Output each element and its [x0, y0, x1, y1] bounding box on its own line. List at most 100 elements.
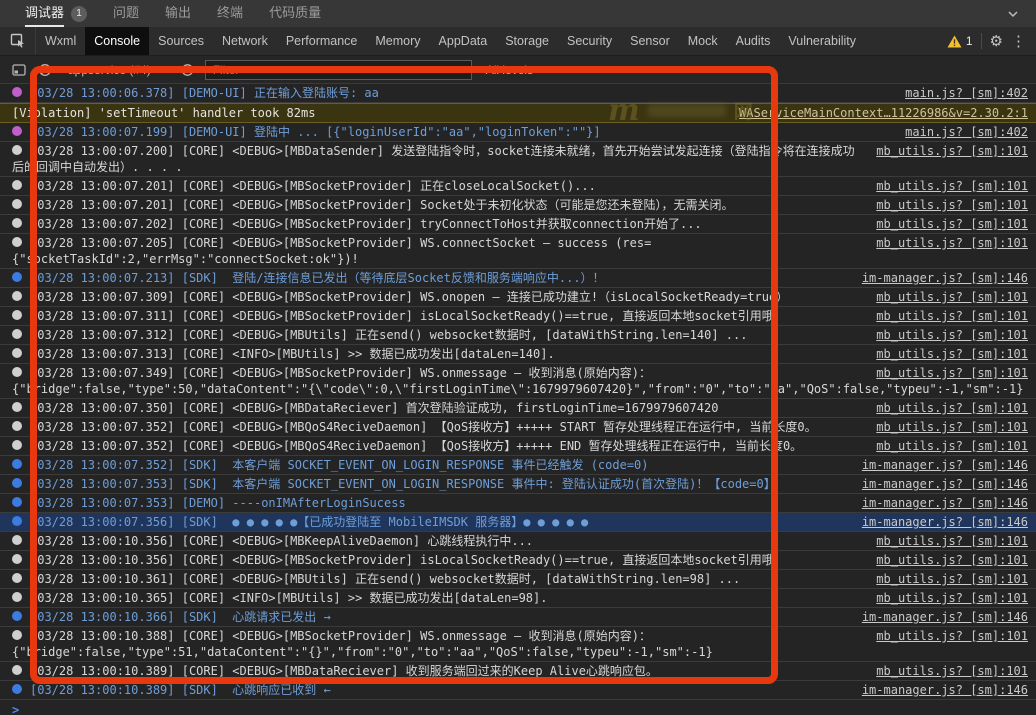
log-levels-label: All levels: [486, 63, 533, 77]
warnings-indicator[interactable]: 1: [947, 34, 973, 48]
console-log-entry: im-manager.js? [sm]:146[03/28 13:00:07.3…: [0, 475, 1036, 494]
log-message: [03/28 13:00:07.352] [CORE] <DEBUG>[MBQo…: [30, 420, 817, 434]
source-link[interactable]: mb_utils.js? [sm]:101: [876, 552, 1028, 568]
source-link[interactable]: im-manager.js? [sm]:146: [862, 514, 1028, 530]
console-log-entry: mb_utils.js? [sm]:101[03/28 13:00:07.201…: [0, 196, 1036, 215]
top-tabs: 调试器1问题输出终端代码质量: [12, 0, 1006, 27]
tab-mock[interactable]: Mock: [679, 27, 727, 55]
tab-sensor[interactable]: Sensor: [621, 27, 679, 55]
clear-console-icon[interactable]: [36, 61, 54, 79]
chevron-down-icon: [539, 67, 547, 72]
console-log-entry: main.js? [sm]:402 [03/28 13:00:07.199] [D…: [0, 123, 1036, 142]
top-tab-debugger[interactable]: 调试器1: [12, 0, 100, 27]
source-link[interactable]: im-manager.js? [sm]:146: [862, 609, 1028, 625]
log-visibility-eye-icon[interactable]: [179, 61, 197, 79]
source-link[interactable]: mb_utils.js? [sm]:101: [876, 178, 1028, 194]
log-color-dot: [12, 237, 22, 247]
tab-memory[interactable]: Memory: [366, 27, 429, 55]
top-tab-output[interactable]: 输出: [152, 0, 204, 27]
log-color-dot: [12, 554, 22, 564]
settings-gear-icon[interactable]: ⚙: [990, 32, 1003, 50]
log-message: [03/28 13:00:07.309] [CORE] <DEBUG>[MBSo…: [30, 290, 788, 304]
log-message: [03/28 13:00:07.199] [DEMO-UI] 登陆中 ... […: [30, 125, 601, 139]
tab-console[interactable]: Console: [85, 27, 149, 55]
tab-wxml[interactable]: Wxml: [36, 27, 85, 55]
console-log-entry: mb_utils.js? [sm]:101[03/28 13:00:07.202…: [0, 215, 1036, 234]
source-link[interactable]: mb_utils.js? [sm]:101: [876, 419, 1028, 435]
source-link[interactable]: mb_utils.js? [sm]:101: [876, 533, 1028, 549]
source-link[interactable]: mb_utils.js? [sm]:101: [876, 590, 1028, 606]
top-tab-label: 终端: [217, 0, 243, 27]
console-log-entry: mb_utils.js? [sm]:101 [03/28 13:00:10.365…: [0, 589, 1036, 608]
execution-context-selector[interactable]: appservice (#4): [62, 63, 171, 77]
console-sidebar-icon[interactable]: [10, 61, 28, 79]
console-log-entry: im-manager.js? [sm]:146[03/28 13:00:07.3…: [0, 513, 1036, 532]
top-tab-bar: 调试器1问题输出终端代码质量: [0, 0, 1036, 27]
tab-security[interactable]: Security: [558, 27, 621, 55]
top-tab-issues[interactable]: 问题: [100, 0, 152, 27]
log-message: [03/28 13:00:10.389] [CORE] <DEBUG>[MBDa…: [30, 664, 658, 678]
console-log-entry: mb_utils.js? [sm]:101 [03/28 13:00:07.352…: [0, 418, 1036, 437]
more-menu-icon[interactable]: ⋮: [1011, 32, 1026, 50]
source-link[interactable]: mb_utils.js? [sm]:101: [876, 216, 1028, 232]
console-log-entry: mb_utils.js? [sm]:101 [03/28 13:00:10.389…: [0, 662, 1036, 681]
chevron-down-icon[interactable]: [1006, 7, 1020, 21]
log-message: [03/28 13:00:10.356] [CORE] <DEBUG>[MBKe…: [30, 534, 533, 548]
source-link[interactable]: mb_utils.js? [sm]:101: [876, 143, 1028, 159]
source-link[interactable]: mb_utils.js? [sm]:101: [876, 438, 1028, 454]
tab-appdata[interactable]: AppData: [430, 27, 497, 55]
console-prompt[interactable]: >: [0, 700, 1036, 715]
log-levels-selector[interactable]: All levels: [486, 63, 547, 77]
tab-network[interactable]: Network: [213, 27, 277, 55]
source-link[interactable]: mb_utils.js? [sm]:101: [876, 327, 1028, 343]
top-tab-terminal[interactable]: 终端: [204, 0, 256, 27]
log-color-dot: [12, 421, 22, 431]
source-link[interactable]: WAServiceMainContext…11226986&v=2.30.2:1: [739, 105, 1028, 121]
log-message: [03/28 13:00:07.313] [CORE] <INFO>[MBUti…: [30, 347, 555, 361]
source-link[interactable]: main.js? [sm]:402: [905, 124, 1028, 140]
log-color-dot: [12, 218, 22, 228]
inspect-element-button[interactable]: [0, 27, 36, 55]
source-link[interactable]: mb_utils.js? [sm]:101: [876, 197, 1028, 213]
log-color-dot: [12, 535, 22, 545]
source-link[interactable]: mb_utils.js? [sm]:101: [876, 235, 1028, 251]
source-link[interactable]: mb_utils.js? [sm]:101: [876, 663, 1028, 679]
source-link[interactable]: im-manager.js? [sm]:146: [862, 682, 1028, 698]
console-log-entry: im-manager.js? [sm]:146[03/28 13:00:07.3…: [0, 456, 1036, 475]
source-link[interactable]: im-manager.js? [sm]:146: [862, 495, 1028, 511]
log-color-dot: [12, 611, 22, 621]
log-color-dot: [12, 199, 22, 209]
log-message: [03/28 13:00:07.311] [CORE] <DEBUG>[MBSo…: [30, 309, 786, 323]
console-log-entry: mb_utils.js? [sm]:101 [03/28 13:00:07.309…: [0, 288, 1036, 307]
source-link[interactable]: mb_utils.js? [sm]:101: [876, 365, 1028, 381]
log-color-dot: [12, 367, 22, 377]
tab-sources[interactable]: Sources: [149, 27, 213, 55]
log-message: [03/28 13:00:07.200] [CORE] <DEBUG>[MBDa…: [12, 144, 855, 174]
execution-context-label: appservice (#4): [68, 63, 151, 77]
source-link[interactable]: im-manager.js? [sm]:146: [862, 270, 1028, 286]
source-link[interactable]: mb_utils.js? [sm]:101: [876, 628, 1028, 644]
source-link[interactable]: mb_utils.js? [sm]:101: [876, 308, 1028, 324]
top-tab-code-quality[interactable]: 代码质量: [256, 0, 334, 27]
tab-performance[interactable]: Performance: [277, 27, 367, 55]
log-message: [03/28 13:00:07.205] [CORE] <DEBUG>[MBSo…: [12, 236, 651, 266]
console-log-entry: mb_utils.js? [sm]:101 [03/28 13:00:10.361…: [0, 570, 1036, 589]
log-color-dot: [12, 329, 22, 339]
console-log-entry: mb_utils.js? [sm]:101 [03/28 13:00:07.313…: [0, 345, 1036, 364]
source-link[interactable]: mb_utils.js? [sm]:101: [876, 289, 1028, 305]
log-message: [03/28 13:00:10.365] [CORE] <INFO>[MBUti…: [30, 591, 547, 605]
log-message: [03/28 13:00:10.361] [CORE] <DEBUG>[MBUt…: [30, 572, 740, 586]
source-link[interactable]: mb_utils.js? [sm]:101: [876, 400, 1028, 416]
filter-input[interactable]: [205, 60, 472, 80]
tab-vulnerability[interactable]: Vulnerability: [779, 27, 865, 55]
source-link[interactable]: mb_utils.js? [sm]:101: [876, 346, 1028, 362]
log-message: [03/28 13:00:10.388] [CORE] <DEBUG>[MBSo…: [12, 629, 713, 659]
source-link[interactable]: mb_utils.js? [sm]:101: [876, 571, 1028, 587]
top-tab-label: 输出: [165, 0, 191, 27]
tab-storage[interactable]: Storage: [496, 27, 558, 55]
tab-audits[interactable]: Audits: [727, 27, 780, 55]
source-link[interactable]: im-manager.js? [sm]:146: [862, 457, 1028, 473]
source-link[interactable]: main.js? [sm]:402: [905, 85, 1028, 101]
source-link[interactable]: im-manager.js? [sm]:146: [862, 476, 1028, 492]
log-color-dot: [12, 145, 22, 155]
